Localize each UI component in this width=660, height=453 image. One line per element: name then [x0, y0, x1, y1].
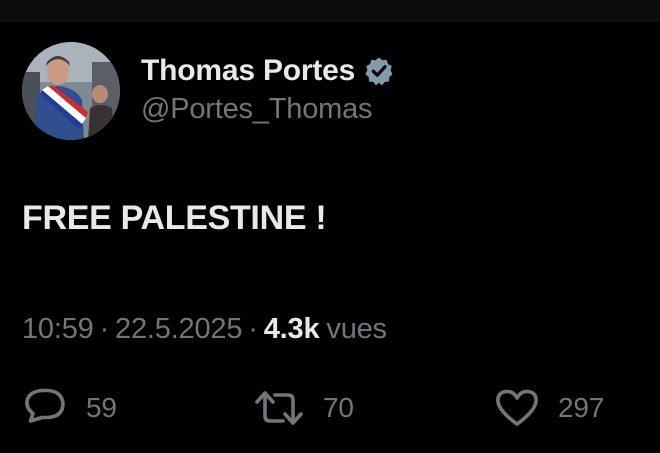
author-name-row[interactable]: Thomas Portes [141, 52, 394, 90]
meta-separator: · [99, 312, 110, 345]
verified-badge-icon [364, 56, 394, 86]
tweet-meta: 10:59 · 22.5.2025 · 4.3k vues [22, 309, 387, 349]
views-count: 4.3k [263, 312, 320, 345]
retweet-button[interactable]: 70 [253, 386, 354, 430]
reply-count: 59 [86, 392, 117, 423]
tweet-time[interactable]: 10:59 [22, 313, 94, 346]
heart-icon [494, 388, 540, 428]
meta-separator: · [248, 312, 258, 345]
like-button[interactable]: 297 [494, 386, 604, 430]
views-label: vues [326, 312, 387, 345]
reply-icon [22, 387, 68, 429]
top-bar [0, 0, 660, 22]
retweet-count: 70 [323, 392, 354, 423]
avatar[interactable] [22, 42, 120, 140]
retweet-icon [253, 388, 305, 428]
tweet-text: FREE PALESTINE ! [22, 199, 327, 237]
tweet-date[interactable]: 22.5.2025 [115, 313, 242, 346]
display-name[interactable]: Thomas Portes [141, 54, 355, 88]
reply-button[interactable]: 59 [22, 386, 117, 430]
author-handle[interactable]: @Portes_Thomas [141, 93, 373, 126]
like-count: 297 [558, 392, 605, 423]
